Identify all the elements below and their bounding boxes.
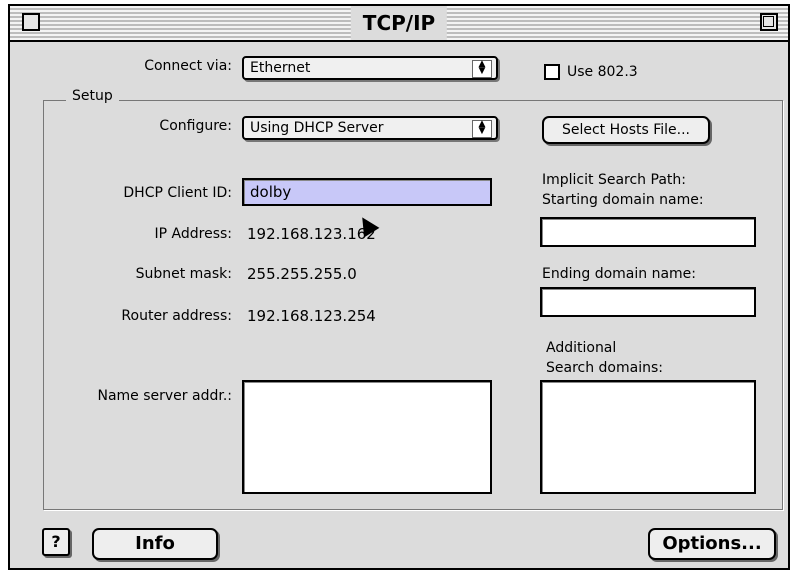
- starting-domain-label: Starting domain name:: [542, 192, 704, 208]
- subnet-mask-label: Subnet mask:: [135, 266, 232, 282]
- ip-address-value: 192.168.123.162: [247, 225, 376, 243]
- window-title: TCP/IP: [350, 6, 448, 40]
- ending-domain-field[interactable]: [540, 287, 756, 317]
- additional-label: Additional: [546, 340, 617, 356]
- name-server-field[interactable]: [242, 380, 492, 494]
- use-8023-label: Use 802.3: [567, 64, 638, 80]
- tcpip-window: TCP/IP Connect via: Ethernet ▲ ▼ Use 802.…: [8, 4, 790, 570]
- connect-via-value: Ethernet: [250, 60, 311, 76]
- configure-popup[interactable]: Using DHCP Server ▲ ▼: [242, 116, 498, 140]
- additional-search-domains-field[interactable]: [540, 380, 756, 494]
- dhcp-client-id-field[interactable]: dolby: [242, 178, 492, 206]
- connect-via-label: Connect via:: [144, 58, 232, 74]
- title-bar[interactable]: TCP/IP: [10, 6, 788, 42]
- close-box-icon[interactable]: [22, 13, 40, 31]
- router-address-label: Router address:: [121, 308, 232, 324]
- dhcp-client-id-label: DHCP Client ID:: [123, 185, 232, 201]
- name-server-label: Name server addr.:: [97, 388, 232, 404]
- starting-domain-field[interactable]: [540, 217, 756, 247]
- info-button[interactable]: Info: [92, 528, 218, 560]
- options-button[interactable]: Options...: [648, 528, 776, 560]
- updown-arrows-icon: ▲ ▼: [472, 120, 492, 138]
- dhcp-client-id-value: dolby: [250, 183, 292, 201]
- configure-label: Configure:: [159, 118, 232, 134]
- updown-arrows-icon: ▲ ▼: [472, 60, 492, 78]
- use-8023-checkbox[interactable]: [544, 64, 560, 80]
- router-address-value: 192.168.123.254: [247, 307, 376, 325]
- subnet-mask-value: 255.255.255.0: [247, 265, 357, 283]
- question-mark-icon: ?: [51, 532, 61, 551]
- help-button[interactable]: ?: [42, 528, 70, 556]
- search-domains-label: Search domains:: [546, 360, 663, 376]
- setup-group-title: Setup: [66, 88, 119, 104]
- ip-address-label: IP Address:: [154, 226, 233, 242]
- ending-domain-label: Ending domain name:: [542, 266, 697, 282]
- configure-value: Using DHCP Server: [250, 120, 384, 136]
- implicit-search-path-label: Implicit Search Path:: [542, 172, 686, 188]
- select-hosts-file-button[interactable]: Select Hosts File...: [542, 116, 710, 144]
- connect-via-popup[interactable]: Ethernet ▲ ▼: [242, 56, 498, 80]
- zoom-box-icon[interactable]: [760, 13, 778, 31]
